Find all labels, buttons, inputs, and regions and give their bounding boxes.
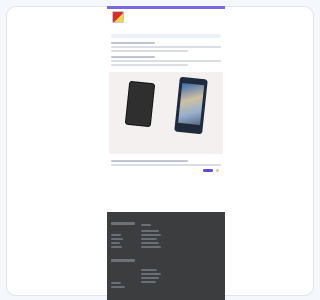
footer-line xyxy=(141,242,159,244)
footer-line xyxy=(141,269,157,271)
section-1-line-2 xyxy=(111,50,188,52)
post-controls xyxy=(111,168,221,174)
site-footer xyxy=(107,212,225,300)
footer-line xyxy=(141,277,159,279)
footer-line xyxy=(111,282,121,284)
toggle-pill[interactable] xyxy=(203,169,213,172)
footer-line xyxy=(141,246,161,248)
section-2-line-2 xyxy=(111,64,188,66)
section-2 xyxy=(111,56,221,66)
footer-line xyxy=(141,273,161,275)
footer-line xyxy=(141,224,151,226)
footer-button-2[interactable] xyxy=(111,259,135,262)
footer-line xyxy=(111,238,123,240)
footer-line xyxy=(141,230,159,232)
phones-photo xyxy=(109,72,223,154)
footer-line xyxy=(111,246,122,248)
logo-icon[interactable] xyxy=(112,11,124,23)
phone-right-screen xyxy=(178,82,205,126)
section-1-title xyxy=(111,42,155,44)
site-nav xyxy=(107,26,225,34)
caption-title xyxy=(111,160,188,162)
section-1-line xyxy=(111,46,221,48)
footer-line xyxy=(141,238,157,240)
section-1 xyxy=(111,42,221,52)
webpage-preview xyxy=(107,6,225,300)
section-2-title xyxy=(111,56,155,58)
search-input[interactable] xyxy=(111,34,221,38)
footer-button-1[interactable] xyxy=(111,222,135,225)
site-header xyxy=(107,9,225,26)
phone-left xyxy=(124,80,156,128)
footer-line xyxy=(111,242,120,244)
footer-line xyxy=(111,286,125,288)
footer-line xyxy=(141,281,156,283)
caption xyxy=(111,160,221,166)
footer-line xyxy=(141,234,161,236)
footer-line xyxy=(111,234,121,236)
toggle-dot xyxy=(216,169,219,172)
section-2-line xyxy=(111,60,221,62)
phone-right xyxy=(174,76,208,135)
caption-line xyxy=(111,164,221,166)
